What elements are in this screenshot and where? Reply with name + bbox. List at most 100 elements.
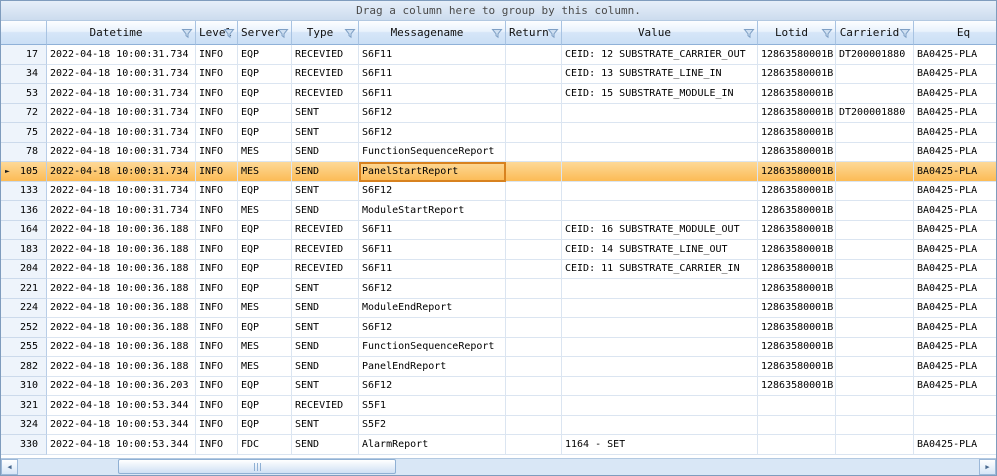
cell-messagename[interactable]: ModuleEndReport: [359, 299, 506, 319]
cell-return[interactable]: [506, 338, 562, 358]
row-indicator-cell[interactable]: 255: [1, 338, 47, 358]
cell-level[interactable]: INFO: [196, 84, 238, 104]
table-row[interactable]: 722022-04-18 10:00:31.734INFOEQPSENTS6F1…: [1, 104, 996, 124]
cell-eq[interactable]: BA0425-PLA: [914, 338, 996, 358]
filter-icon[interactable]: [181, 27, 193, 39]
cell-server[interactable]: MES: [238, 299, 292, 319]
row-indicator-cell[interactable]: 72: [1, 104, 47, 124]
cell-value[interactable]: [562, 396, 758, 416]
table-row[interactable]: 2042022-04-18 10:00:36.188INFOEQPRECEVIE…: [1, 260, 996, 280]
cell-value[interactable]: [562, 143, 758, 163]
cell-messagename[interactable]: FunctionSequenceReport: [359, 338, 506, 358]
column-header-type[interactable]: Type: [292, 21, 359, 45]
cell-level[interactable]: INFO: [196, 123, 238, 143]
cell-carrierid[interactable]: [836, 396, 914, 416]
cell-type[interactable]: SENT: [292, 279, 359, 299]
cell-eq[interactable]: BA0425-PLA: [914, 279, 996, 299]
column-header-carrierid[interactable]: Carrierid: [836, 21, 914, 45]
horizontal-scrollbar[interactable]: ◀ ▶: [1, 458, 996, 475]
cell-lotid[interactable]: 12863580001B: [758, 162, 836, 182]
cell-carrierid[interactable]: [836, 260, 914, 280]
cell-messagename[interactable]: S6F12: [359, 318, 506, 338]
cell-type[interactable]: SENT: [292, 377, 359, 397]
row-indicator-cell[interactable]: 330: [1, 435, 47, 455]
cell-lotid[interactable]: 12863580001B: [758, 240, 836, 260]
table-row[interactable]: 3302022-04-18 10:00:53.344INFOFDCSENDAla…: [1, 435, 996, 455]
cell-level[interactable]: INFO: [196, 260, 238, 280]
filter-icon[interactable]: [743, 27, 755, 39]
cell-datetime[interactable]: 2022-04-18 10:00:36.188: [47, 338, 196, 358]
cell-datetime[interactable]: 2022-04-18 10:00:36.188: [47, 240, 196, 260]
cell-value[interactable]: [562, 201, 758, 221]
cell-return[interactable]: [506, 65, 562, 85]
cell-level[interactable]: INFO: [196, 416, 238, 436]
cell-server[interactable]: EQP: [238, 123, 292, 143]
cell-carrierid[interactable]: [836, 123, 914, 143]
column-header-level[interactable]: Level: [196, 21, 238, 45]
cell-datetime[interactable]: 2022-04-18 10:00:53.344: [47, 416, 196, 436]
cell-carrierid[interactable]: [836, 201, 914, 221]
row-indicator-cell[interactable]: 136: [1, 201, 47, 221]
cell-lotid[interactable]: 12863580001B: [758, 65, 836, 85]
cell-eq[interactable]: BA0425-PLA: [914, 143, 996, 163]
cell-datetime[interactable]: 2022-04-18 10:00:36.188: [47, 357, 196, 377]
cell-type[interactable]: RECEVIED: [292, 65, 359, 85]
cell-carrierid[interactable]: [836, 279, 914, 299]
cell-datetime[interactable]: 2022-04-18 10:00:53.344: [47, 435, 196, 455]
cell-carrierid[interactable]: [836, 162, 914, 182]
table-row[interactable]: 3242022-04-18 10:00:53.344INFOEQPSENTS5F…: [1, 416, 996, 436]
cell-type[interactable]: SEND: [292, 435, 359, 455]
cell-server[interactable]: MES: [238, 338, 292, 358]
cell-eq[interactable]: [914, 416, 996, 436]
cell-lotid[interactable]: 12863580001B: [758, 377, 836, 397]
column-header-value[interactable]: Value: [562, 21, 758, 45]
table-row[interactable]: 532022-04-18 10:00:31.734INFOEQPRECEVIED…: [1, 84, 996, 104]
table-row[interactable]: 1832022-04-18 10:00:36.188INFOEQPRECEVIE…: [1, 240, 996, 260]
cell-server[interactable]: EQP: [238, 318, 292, 338]
cell-eq[interactable]: BA0425-PLA: [914, 123, 996, 143]
cell-messagename[interactable]: S6F12: [359, 104, 506, 124]
cell-eq[interactable]: BA0425-PLA: [914, 260, 996, 280]
cell-return[interactable]: [506, 396, 562, 416]
cell-type[interactable]: SEND: [292, 201, 359, 221]
cell-messagename[interactable]: S5F2: [359, 416, 506, 436]
cell-messagename[interactable]: S6F11: [359, 84, 506, 104]
cell-value[interactable]: CEID: 16 SUBSTRATE_MODULE_OUT: [562, 221, 758, 241]
cell-server[interactable]: MES: [238, 201, 292, 221]
cell-return[interactable]: [506, 143, 562, 163]
cell-datetime[interactable]: 2022-04-18 10:00:31.734: [47, 123, 196, 143]
cell-level[interactable]: INFO: [196, 240, 238, 260]
cell-level[interactable]: INFO: [196, 279, 238, 299]
cell-value[interactable]: [562, 162, 758, 182]
cell-value[interactable]: [562, 279, 758, 299]
cell-carrierid[interactable]: [836, 318, 914, 338]
cell-eq[interactable]: BA0425-PLA: [914, 84, 996, 104]
column-header-return[interactable]: Return: [506, 21, 562, 45]
cell-carrierid[interactable]: DT200001880: [836, 45, 914, 65]
cell-lotid[interactable]: 12863580001B: [758, 357, 836, 377]
cell-messagename[interactable]: S6F12: [359, 182, 506, 202]
cell-eq[interactable]: BA0425-PLA: [914, 45, 996, 65]
cell-eq[interactable]: BA0425-PLA: [914, 221, 996, 241]
table-row[interactable]: 2522022-04-18 10:00:36.188INFOEQPSENTS6F…: [1, 318, 996, 338]
cell-level[interactable]: INFO: [196, 318, 238, 338]
cell-datetime[interactable]: 2022-04-18 10:00:31.734: [47, 104, 196, 124]
cell-datetime[interactable]: 2022-04-18 10:00:36.188: [47, 279, 196, 299]
cell-lotid[interactable]: 12863580001B: [758, 104, 836, 124]
cell-type[interactable]: RECEVIED: [292, 45, 359, 65]
cell-messagename[interactable]: FunctionSequenceReport: [359, 143, 506, 163]
cell-messagename[interactable]: ModuleStartReport: [359, 201, 506, 221]
cell-server[interactable]: EQP: [238, 104, 292, 124]
cell-eq[interactable]: BA0425-PLA: [914, 435, 996, 455]
row-indicator-cell[interactable]: 310: [1, 377, 47, 397]
cell-type[interactable]: RECEVIED: [292, 260, 359, 280]
cell-server[interactable]: EQP: [238, 396, 292, 416]
row-indicator-header[interactable]: [1, 21, 47, 45]
cell-datetime[interactable]: 2022-04-18 10:00:31.734: [47, 201, 196, 221]
cell-return[interactable]: [506, 260, 562, 280]
scrollbar-thumb[interactable]: [118, 459, 396, 474]
cell-eq[interactable]: BA0425-PLA: [914, 240, 996, 260]
cell-lotid[interactable]: [758, 416, 836, 436]
cell-server[interactable]: EQP: [238, 221, 292, 241]
cell-type[interactable]: SENT: [292, 123, 359, 143]
